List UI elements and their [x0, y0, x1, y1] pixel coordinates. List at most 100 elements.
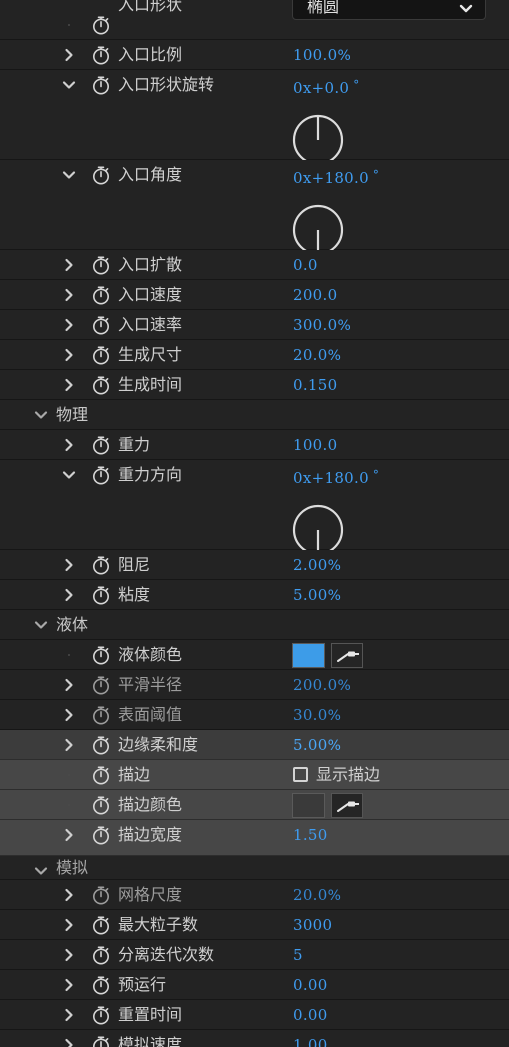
- value-number[interactable]: 5.00: [293, 586, 328, 604]
- twirl-collapsed-icon[interactable]: [62, 708, 76, 722]
- property-value[interactable]: 1.00: [293, 1030, 328, 1047]
- value-number[interactable]: 20.0: [293, 346, 328, 364]
- property-value[interactable]: 0x+180.0 °: [293, 460, 379, 490]
- property-value[interactable]: 0x+0.0 °: [293, 70, 360, 100]
- show-stroke-checkbox[interactable]: [293, 767, 308, 782]
- value-number[interactable]: 0.00: [293, 976, 328, 994]
- value-number[interactable]: 20.0: [293, 886, 328, 904]
- stopwatch-icon[interactable]: [91, 735, 111, 755]
- property-value[interactable]: 200.0%: [293, 670, 351, 700]
- stopwatch-icon[interactable]: [91, 705, 111, 725]
- property-value[interactable]: 0.00: [293, 1000, 328, 1030]
- property-value[interactable]: 5: [293, 940, 303, 970]
- value-number[interactable]: 3000: [293, 916, 332, 934]
- twirl-collapsed-icon[interactable]: [62, 948, 76, 962]
- stopwatch-icon[interactable]: [91, 885, 111, 905]
- twirl-expanded-icon[interactable]: [34, 864, 48, 878]
- section-simulation[interactable]: 模拟: [0, 856, 509, 880]
- twirl-expanded-icon[interactable]: [62, 468, 76, 482]
- twirl-collapsed-icon[interactable]: [62, 378, 76, 392]
- twirl-collapsed-icon[interactable]: [62, 678, 76, 692]
- stopwatch-icon[interactable]: [91, 165, 111, 185]
- angle-dial[interactable]: [292, 204, 344, 256]
- twirl-collapsed-icon[interactable]: [62, 1008, 76, 1022]
- property-value[interactable]: 20.0%: [293, 880, 341, 910]
- eyedropper-icon[interactable]: [331, 793, 363, 818]
- stopwatch-icon[interactable]: [91, 975, 111, 995]
- twirl-collapsed-icon[interactable]: [62, 918, 76, 932]
- value-number[interactable]: 100.0: [293, 46, 337, 64]
- section-liquid[interactable]: 液体: [0, 610, 509, 640]
- value-number[interactable]: 0x+180.0: [293, 469, 369, 487]
- value-number[interactable]: 100.0: [293, 436, 337, 454]
- section-physics[interactable]: 物理: [0, 400, 509, 430]
- value-number[interactable]: 30.0: [293, 706, 328, 724]
- eyedropper-icon[interactable]: [331, 643, 363, 668]
- value-number[interactable]: 0x+0.0: [293, 79, 349, 97]
- property-value[interactable]: 30.0%: [293, 700, 341, 730]
- value-number[interactable]: 1.50: [293, 826, 328, 844]
- stopwatch-icon[interactable]: [91, 1035, 111, 1047]
- stopwatch-icon[interactable]: [91, 315, 111, 335]
- value-number[interactable]: 1.00: [293, 1036, 328, 1047]
- twirl-collapsed-icon[interactable]: [62, 438, 76, 452]
- color-swatch[interactable]: [292, 793, 325, 818]
- twirl-expanded-icon[interactable]: [34, 618, 48, 632]
- property-value[interactable]: 20.0%: [293, 340, 341, 370]
- value-number[interactable]: 200.0: [293, 286, 337, 304]
- stopwatch-icon[interactable]: [91, 555, 111, 575]
- value-number[interactable]: 0.150: [293, 376, 337, 394]
- checkbox-label[interactable]: 显示描边: [316, 760, 380, 790]
- angle-dial[interactable]: [292, 114, 344, 166]
- property-value[interactable]: 2.00%: [293, 550, 341, 580]
- property-value[interactable]: 1.50: [293, 820, 328, 850]
- stopwatch-icon[interactable]: [91, 1005, 111, 1025]
- property-value[interactable]: 100.0: [293, 430, 337, 460]
- stopwatch-icon[interactable]: [91, 675, 111, 695]
- stopwatch-icon[interactable]: [91, 585, 111, 605]
- stopwatch-icon[interactable]: [91, 45, 111, 65]
- angle-dial[interactable]: [292, 504, 344, 556]
- value-number[interactable]: 0.0: [293, 256, 318, 274]
- property-value[interactable]: 200.0: [293, 280, 337, 310]
- twirl-collapsed-icon[interactable]: [62, 828, 76, 842]
- property-value[interactable]: 300.0%: [293, 310, 351, 340]
- stopwatch-icon[interactable]: [91, 825, 111, 845]
- twirl-collapsed-icon[interactable]: [62, 1038, 76, 1047]
- value-number[interactable]: 300.0: [293, 316, 337, 334]
- value-number[interactable]: 2.00: [293, 556, 328, 574]
- stopwatch-icon[interactable]: [91, 795, 111, 815]
- twirl-collapsed-icon[interactable]: [62, 558, 76, 572]
- value-number[interactable]: 0.00: [293, 1006, 328, 1024]
- twirl-collapsed-icon[interactable]: [62, 588, 76, 602]
- stopwatch-icon[interactable]: [91, 75, 111, 95]
- twirl-collapsed-icon[interactable]: [62, 738, 76, 752]
- twirl-expanded-icon[interactable]: [62, 168, 76, 182]
- stopwatch-icon[interactable]: [91, 285, 111, 305]
- property-value[interactable]: 0.150: [293, 370, 337, 400]
- property-value[interactable]: 5.00%: [293, 730, 341, 760]
- twirl-collapsed-icon[interactable]: [62, 888, 76, 902]
- stopwatch-icon[interactable]: [91, 945, 111, 965]
- stopwatch-icon[interactable]: [91, 645, 111, 665]
- stopwatch-icon[interactable]: [91, 15, 111, 35]
- stopwatch-icon[interactable]: [91, 765, 111, 785]
- stopwatch-icon[interactable]: [91, 345, 111, 365]
- property-value[interactable]: 3000: [293, 910, 332, 940]
- twirl-collapsed-icon[interactable]: [62, 258, 76, 272]
- value-number[interactable]: 200.0: [293, 676, 337, 694]
- property-value[interactable]: 0.00: [293, 970, 328, 1000]
- property-value[interactable]: 5.00%: [293, 580, 341, 610]
- stopwatch-icon[interactable]: [91, 915, 111, 935]
- stopwatch-icon[interactable]: [91, 465, 111, 485]
- stopwatch-icon[interactable]: [91, 435, 111, 455]
- color-swatch[interactable]: [292, 643, 325, 668]
- twirl-collapsed-icon[interactable]: [62, 348, 76, 362]
- stopwatch-icon[interactable]: [91, 375, 111, 395]
- stopwatch-icon[interactable]: [91, 255, 111, 275]
- value-number[interactable]: 0x+180.0: [293, 169, 369, 187]
- value-number[interactable]: 5: [293, 946, 303, 964]
- twirl-collapsed-icon[interactable]: [62, 318, 76, 332]
- twirl-collapsed-icon[interactable]: [62, 48, 76, 62]
- twirl-expanded-icon[interactable]: [34, 408, 48, 422]
